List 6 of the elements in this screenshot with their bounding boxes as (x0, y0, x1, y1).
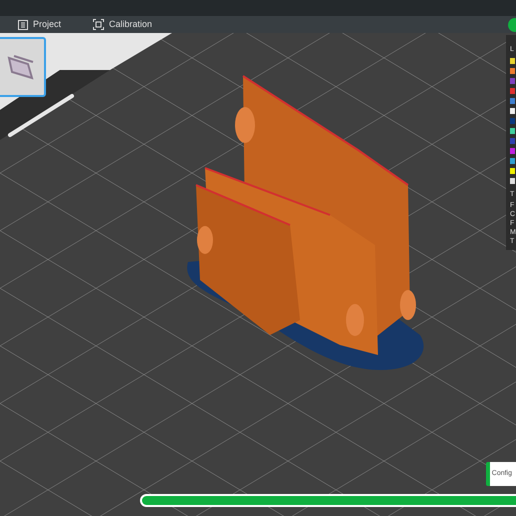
toolbar-tab[interactable]: Project (16, 18, 64, 32)
toolbar-tab[interactable]: Calibration (91, 18, 154, 32)
calibration-icon (93, 19, 104, 30)
list-icon (18, 20, 28, 30)
model-thumbnail-icon (6, 52, 36, 82)
plate-thumbnail[interactable] (0, 37, 46, 97)
